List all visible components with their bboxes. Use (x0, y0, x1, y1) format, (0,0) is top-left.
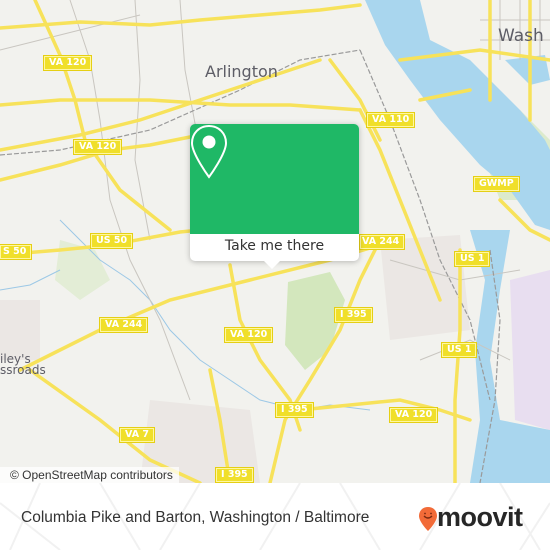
road-shield: US 1 (442, 343, 477, 357)
minor-road (0, 14, 141, 51)
place-label-line: ssroads (0, 363, 46, 377)
road-shield: VA 7 (120, 428, 154, 442)
airport-area (510, 270, 550, 430)
road-shield: US 50 (91, 234, 133, 248)
footer: Columbia Pike and Barton, Washington / B… (0, 483, 550, 550)
road-va120-e (298, 398, 472, 422)
road-shield: VA 120 (390, 408, 438, 422)
urban-area (0, 300, 40, 360)
road-shield: I 395 (216, 468, 253, 482)
road-shield: VA 120 (74, 140, 122, 154)
road-shield: I 395 (276, 403, 313, 417)
map-attribution[interactable]: © OpenStreetMap contributors (0, 467, 179, 483)
popup-header (190, 124, 359, 234)
moovit-pin-icon (419, 507, 437, 531)
popup-pointer (264, 261, 280, 269)
road-shield: VA 120 (44, 56, 92, 70)
place-label-baileys-crossroads: iley's ssroads (0, 353, 46, 377)
take-me-there-button[interactable]: Take me there (190, 234, 359, 261)
road-shield: VA 120 (225, 328, 273, 342)
map[interactable]: Arlington Wash iley's ssroads VA 120 VA … (0, 0, 550, 483)
moovit-logo[interactable]: moovit (437, 502, 523, 533)
location-pin-icon (190, 124, 228, 179)
road-shield: US 1 (455, 252, 490, 266)
road-shield: VA 110 (367, 113, 415, 127)
road-shield: VA 244 (100, 318, 148, 332)
destination-popup: Take me there (190, 124, 359, 269)
road-shield: S 50 (0, 245, 32, 259)
urban-area (380, 235, 470, 340)
stream (0, 269, 61, 291)
road-shield: I 395 (335, 308, 372, 322)
place-label-arlington: Arlington (205, 62, 278, 81)
place-label-washington: Wash (498, 26, 544, 46)
road-shield: GWMP (474, 177, 519, 191)
road-shield: VA 244 (360, 235, 405, 249)
location-title: Columbia Pike and Barton, Washington / B… (21, 509, 370, 526)
road-major (0, 3, 362, 30)
